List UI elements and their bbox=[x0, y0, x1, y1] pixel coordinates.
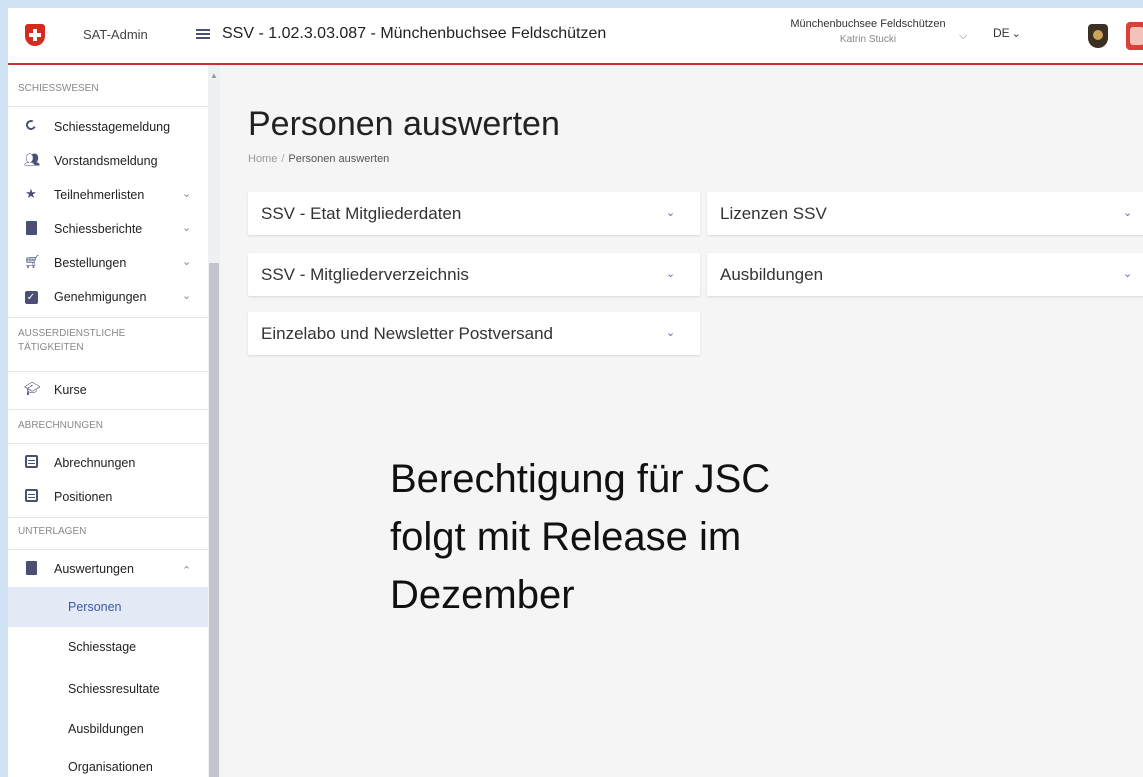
federation-emblem-icon[interactable] bbox=[1126, 22, 1143, 50]
divider bbox=[8, 549, 208, 550]
sidebar-subitem-label: Organisationen bbox=[68, 760, 153, 774]
release-note-overlay: Berechtigung für JSC folgt mit Release i… bbox=[390, 457, 771, 617]
chevron-down-icon: ⌄ bbox=[1123, 268, 1133, 280]
breadcrumb-current: Personen auswerten bbox=[288, 153, 390, 165]
sidebar-subitem-personen[interactable]: Personen bbox=[8, 587, 208, 627]
user-club: Münchenbuchsee Feldschützen bbox=[790, 18, 946, 30]
cart-icon: 🛒︎ bbox=[24, 254, 41, 269]
sidebar-item-label: Bestellungen bbox=[54, 256, 127, 270]
sidebar-item-teilnehmerlisten[interactable]: ★ Teilnehmerlisten ⌄ bbox=[8, 178, 208, 212]
chevron-up-icon: ⌃ bbox=[182, 565, 192, 577]
app-name[interactable]: SAT-Admin bbox=[83, 27, 148, 42]
card-label: SSV - Mitgliederverzeichnis bbox=[261, 265, 469, 284]
sidebar-item-abrechnungen[interactable]: Abrechnungen bbox=[8, 446, 208, 480]
chevron-down-icon: ⌄ bbox=[182, 222, 192, 234]
sidebar-item-schiessberichte[interactable]: Schiessberichte ⌄ bbox=[8, 212, 208, 246]
sidebar-item-genehmigungen[interactable]: ✓ Genehmigungen ⌄ bbox=[8, 280, 208, 314]
list-box-icon bbox=[24, 455, 38, 469]
page-title: Personen auswerten bbox=[248, 105, 560, 143]
section-heading: AUSSERDIENSTLICHE TÄTIGKEITEN bbox=[18, 328, 126, 353]
sidebar-item-label: Genehmigungen bbox=[54, 290, 147, 304]
people-icon: 👥︎ bbox=[24, 152, 41, 167]
divider bbox=[8, 371, 208, 372]
sidebar-item-auswertungen[interactable]: Auswertungen ⌃ bbox=[8, 552, 208, 586]
sidebar-item-label: Schiesstagemeldung bbox=[54, 120, 171, 134]
card-lizenzen-ssv[interactable]: Lizenzen SSV ⌄ bbox=[707, 192, 1143, 235]
sidebar-item-label: Schiessberichte bbox=[54, 222, 143, 236]
card-einzelabo-newsletter[interactable]: Einzelabo und Newsletter Postversand ⌄ bbox=[248, 312, 700, 355]
chevron-down-icon: ⌄ bbox=[666, 268, 676, 280]
sidebar-subitem-label: Schiesstage bbox=[68, 640, 137, 654]
sidebar-item-kurse[interactable]: 🎓︎ Kurse bbox=[8, 373, 208, 407]
clipboard-icon bbox=[24, 561, 38, 575]
circle-progress-icon bbox=[24, 118, 38, 133]
divider bbox=[8, 409, 208, 410]
chevron-down-icon: ⌄ bbox=[182, 256, 192, 268]
scroll-up-arrow-icon[interactable]: ▲ bbox=[210, 71, 218, 80]
swiss-shield-logo-icon[interactable] bbox=[25, 24, 45, 46]
sidebar-subitem-label: Schiessresultate bbox=[68, 682, 160, 696]
sidebar-item-positionen[interactable]: Positionen bbox=[8, 480, 208, 514]
sidebar-item-label: Positionen bbox=[54, 490, 113, 504]
chevron-down-icon: ⌄ bbox=[182, 290, 192, 302]
sidebar-subitem-schiesstage[interactable]: Schiesstage bbox=[8, 627, 208, 667]
chevron-down-icon: ⌄ bbox=[1123, 207, 1133, 219]
checkbox-icon: ✓ bbox=[24, 289, 38, 304]
sidebar-item-bestellungen[interactable]: 🛒︎ Bestellungen ⌄ bbox=[8, 246, 208, 280]
chevron-down-icon: ⌄ bbox=[666, 207, 676, 219]
organisation-title: SSV - 1.02.3.03.087 - Münchenbuchsee Fel… bbox=[222, 25, 607, 42]
list-box-icon bbox=[24, 489, 38, 503]
sidebar-item-label: Teilnehmerlisten bbox=[54, 188, 145, 202]
star-icon: ★ bbox=[25, 186, 37, 201]
top-bar: SAT-Admin SSV - 1.02.3.03.087 - Münchenb… bbox=[8, 8, 1143, 65]
language-value: DE bbox=[993, 26, 1010, 40]
sidebar-subitem-ausbildungen[interactable]: Ausbildungen bbox=[8, 709, 208, 749]
sidebar-subitem-organisationen[interactable]: Organisationen bbox=[8, 747, 208, 777]
sidebar-item-label: Abrechnungen bbox=[54, 456, 136, 470]
chevron-down-icon: ⌄ bbox=[182, 188, 192, 200]
sidebar-scrollbar-thumb[interactable] bbox=[209, 263, 219, 777]
sidebar-subitem-label: Ausbildungen bbox=[68, 722, 144, 736]
main-content: Personen auswerten Home / Personen auswert… bbox=[220, 65, 1143, 777]
section-heading: SCHIESSWESEN bbox=[18, 83, 99, 94]
card-ssv-mitgliederverzeichnis[interactable]: SSV - Mitgliederverzeichnis ⌄ bbox=[248, 253, 700, 296]
card-label: Einzelabo und Newsletter Postversand bbox=[261, 324, 553, 343]
sidebar-item-label: Vorstandsmeldung bbox=[54, 154, 158, 168]
card-label: Ausbildungen bbox=[720, 265, 824, 284]
sidebar: SCHIESSWESEN Schiesstagemeldung 👥︎ Vorst… bbox=[8, 65, 220, 777]
hamburger-menu-icon[interactable] bbox=[196, 29, 210, 40]
breadcrumb: Home / Personen auswerten bbox=[248, 153, 389, 165]
user-name: Katrin Stucki bbox=[839, 34, 897, 45]
user-menu[interactable]: Münchenbuchsee Feldschützen Katrin Stuck… bbox=[773, 18, 963, 45]
card-label: Lizenzen SSV bbox=[720, 204, 827, 223]
sidebar-item-schiesstagemeldung[interactable]: Schiesstagemeldung bbox=[8, 110, 208, 144]
divider bbox=[8, 517, 208, 518]
sidebar-subitem-schiessresultate[interactable]: Schiessresultate bbox=[8, 669, 208, 709]
section-heading: UNTERLAGEN bbox=[18, 526, 87, 537]
chevron-down-icon: ⌄ bbox=[666, 327, 676, 339]
language-select[interactable]: DE ⌄ bbox=[993, 26, 1021, 40]
card-label: SSV - Etat Mitgliederdaten bbox=[261, 204, 462, 223]
club-emblem-icon[interactable] bbox=[1088, 24, 1108, 48]
sidebar-item-label: Kurse bbox=[54, 383, 87, 397]
chevron-down-icon: ⌄ bbox=[1011, 28, 1021, 40]
divider bbox=[8, 317, 208, 318]
divider bbox=[8, 106, 208, 107]
breadcrumb-separator: / bbox=[281, 153, 285, 165]
graduation-cap-icon: 🎓︎ bbox=[24, 381, 41, 396]
breadcrumb-home[interactable]: Home bbox=[248, 153, 277, 165]
section-heading: ABRECHNUNGEN bbox=[18, 420, 104, 431]
card-ausbildungen[interactable]: Ausbildungen ⌄ bbox=[707, 253, 1143, 296]
sidebar-subitem-label: Personen bbox=[68, 600, 122, 614]
document-icon bbox=[24, 221, 38, 235]
card-ssv-etat-mitgliederdaten[interactable]: SSV - Etat Mitgliederdaten ⌄ bbox=[248, 192, 700, 235]
chevron-down-icon[interactable]: ⌵ bbox=[959, 30, 967, 43]
sidebar-item-label: Auswertungen bbox=[54, 562, 134, 576]
sidebar-item-vorstandsmeldung[interactable]: 👥︎ Vorstandsmeldung bbox=[8, 144, 208, 178]
app-window: SAT-Admin SSV - 1.02.3.03.087 - Münchenb… bbox=[8, 8, 1143, 777]
divider bbox=[8, 443, 208, 444]
